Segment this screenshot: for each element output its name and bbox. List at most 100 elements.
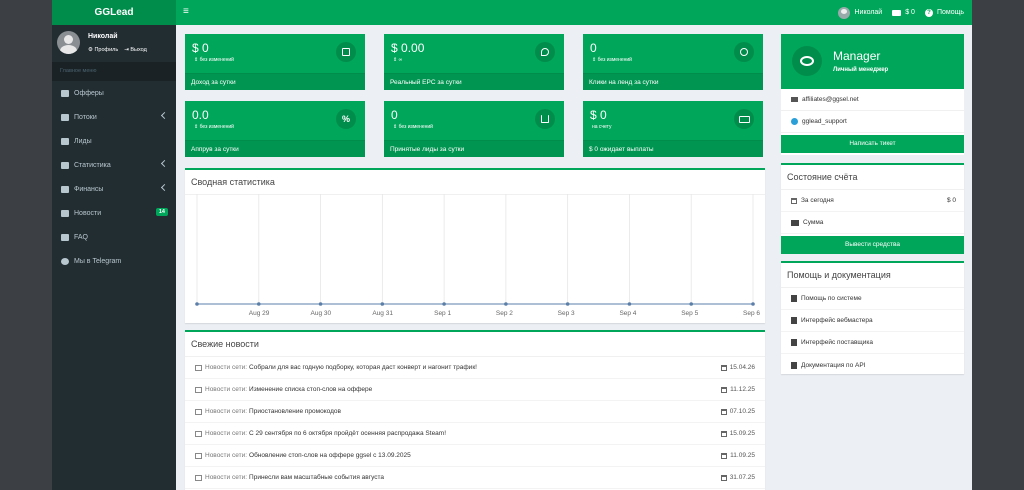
telegram-icon (61, 257, 69, 265)
newspaper-icon (195, 364, 202, 371)
header-right: Николай $ 0 ? Помощь (838, 0, 964, 25)
docs-item[interactable]: Интерфейс поставщика (781, 332, 964, 354)
x-tick-label: Sep 2 (496, 310, 513, 317)
user-menu[interactable]: Николай (838, 6, 883, 19)
news-row-title[interactable]: Принесли вам масштабные события августа (249, 474, 384, 481)
x-tick-label: Sep 5 (681, 310, 698, 317)
manager-email-text: affiliates@ggsel.net (802, 96, 859, 103)
fire-icon (535, 42, 555, 62)
logout-link[interactable]: ⇥ Выход (124, 47, 147, 53)
tile-sub-text: ∞ (398, 57, 403, 63)
basket-icon (535, 109, 555, 129)
tile-epc[interactable]: $ 0.00 ⇕ ∞ Реальный EPC за сутки (384, 34, 564, 90)
data-point[interactable] (751, 302, 755, 306)
news-row-title[interactable]: Изменение списка стоп-слов на оффере (249, 386, 372, 393)
news-row[interactable]: Новости сети: Изменение списка стоп-слов … (185, 379, 765, 401)
tile-value: $ 0.00 (391, 41, 425, 55)
help-link[interactable]: ? Помощь (924, 8, 964, 17)
sidebar-toggle-icon[interactable]: ≡ (183, 6, 189, 17)
sidebar-item-stats[interactable]: Статистика (52, 153, 176, 177)
news-row[interactable]: Новости сети: С 29 сентября по 6 октября … (185, 423, 765, 445)
logo[interactable]: GGLead (52, 0, 176, 25)
news-date-text: 11.09.25 (730, 452, 755, 459)
sidebar-item-offers[interactable]: Офферы (52, 81, 176, 105)
profile-link[interactable]: ⚙ Профиль (88, 47, 118, 53)
tile-approve[interactable]: 0.0 ⇕ без изменений % Аппрув за сутки (185, 101, 365, 157)
tile-accepted-leads[interactable]: 0 ⇕ без изменений Принятые лиды за сутки (384, 101, 564, 157)
tile-footer: Клики на ленд за сутки (583, 73, 763, 90)
data-point[interactable] (195, 302, 199, 306)
news-row-date: 11.09.25 (721, 452, 755, 459)
data-point[interactable] (689, 302, 694, 306)
withdraw-button[interactable]: Вывести средства (781, 236, 964, 254)
docs-item-label: Интерфейс поставщика (801, 339, 873, 346)
write-ticket-button[interactable]: Написать тикет (781, 135, 964, 153)
news-icon (61, 209, 69, 217)
sidebar-item-leads[interactable]: Лиды (52, 129, 176, 153)
news-row[interactable]: Новости сети: Приостановление промокодов 0… (185, 401, 765, 423)
tile-income[interactable]: $ 0 ⇕ без изменений Доход за сутки (185, 34, 365, 90)
tile-balance[interactable]: $ 0 на счету $ 0 ожидает выплаты (583, 101, 763, 157)
sidebar-item-faq[interactable]: FAQ (52, 225, 176, 249)
book-icon (791, 295, 797, 302)
header-user-name: Николай (854, 9, 883, 16)
news-row-title[interactable]: Приостановление промокодов (249, 408, 341, 415)
money-icon (734, 109, 754, 129)
x-tick-label: Aug 30 (311, 310, 332, 317)
sidebar-item-news[interactable]: Новости 14 (52, 201, 176, 225)
news-prefix: Новости сети: (205, 386, 248, 393)
envelope-icon (791, 97, 798, 102)
sidebar-item-finance[interactable]: Финансы (52, 177, 176, 201)
data-point[interactable] (442, 302, 446, 306)
basket-icon (61, 89, 69, 97)
tile-value-number: 0.00 (401, 41, 425, 55)
manager-card: Manager Личный менеджер (781, 34, 964, 89)
sidebar-item-streams[interactable]: Потоки (52, 105, 176, 129)
newspaper-icon (195, 386, 202, 393)
telegram-icon (791, 118, 798, 125)
news-row-title[interactable]: С 29 сентября по 6 октября пройдёт осенн… (249, 430, 446, 437)
tile-sub-text: без изменений (597, 57, 632, 63)
manager-telegram-text: gglead_support (802, 118, 847, 125)
data-point[interactable] (504, 302, 508, 306)
tile-value: 0.0 (192, 108, 209, 122)
money-icon (791, 219, 799, 226)
tile-value-number: 0 (391, 108, 398, 122)
news-row[interactable]: Новости сети: Обновление стоп-слов на офф… (185, 445, 765, 467)
x-tick-label: Aug 31 (372, 310, 393, 317)
x-tick-label: Sep 3 (558, 310, 575, 317)
docs-item-label: Интерфейс вебмастера (801, 317, 873, 324)
user-panel: Николай ⚙ Профиль ⇥ Выход (52, 25, 176, 62)
docs-item-label: Документация по API (801, 361, 866, 369)
question-icon: ? (924, 8, 933, 17)
chevron-left-icon (160, 183, 169, 192)
docs-item[interactable]: Интерфейс вебмастера (781, 310, 964, 332)
news-row[interactable]: Новости сети: Собрали для вас годную подб… (185, 357, 765, 379)
data-point[interactable] (380, 302, 385, 306)
manager-telegram[interactable]: gglead_support (781, 111, 964, 133)
docs-box: Помощь и документация Помощь по системе … (781, 261, 964, 374)
money-icon (892, 9, 902, 16)
calendar-icon (721, 452, 728, 459)
news-row[interactable]: Новости сети: Принесли вам масштабные соб… (185, 467, 765, 489)
docs-item[interactable]: Документация по API (781, 354, 964, 376)
data-point[interactable] (318, 302, 323, 306)
sidebar-item-telegram[interactable]: Мы в Telegram (52, 249, 176, 273)
news-row-title[interactable]: Обновление стоп-слов на оффере ggsel с 1… (249, 452, 411, 459)
top-header: GGLead ≡ Николай $ 0 ? Помощь (52, 0, 972, 25)
data-point[interactable] (256, 302, 261, 306)
manager-email[interactable]: affiliates@ggsel.net (781, 89, 964, 111)
account-today: За сегодня $ 0 (781, 190, 964, 212)
sidebar-item-label: Статистика (74, 161, 111, 169)
news-row-title[interactable]: Собрали для вас годную подборку, которая… (249, 364, 477, 371)
newspaper-icon (195, 430, 202, 437)
balance-link[interactable]: $ 0 (892, 9, 915, 16)
manager-subtitle: Личный менеджер (833, 67, 889, 73)
data-point[interactable] (627, 302, 632, 306)
tile-value-number: 0.0 (192, 108, 209, 122)
sidebar-item-label: Новости (74, 209, 102, 217)
tile-clicks[interactable]: 0 ⇕ без изменений Клики на ленд за сутки (583, 34, 763, 90)
docs-item[interactable]: Помощь по системе (781, 288, 964, 310)
data-point[interactable] (565, 302, 570, 306)
calendar-icon (720, 364, 727, 371)
